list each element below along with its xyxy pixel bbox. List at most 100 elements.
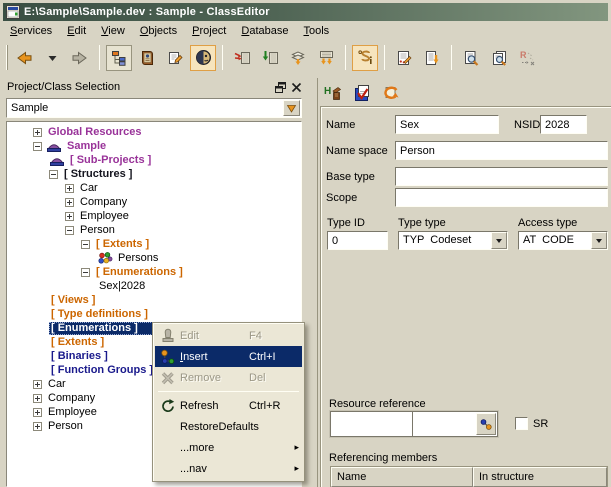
tree-row-person[interactable]: Person (7, 223, 301, 237)
context-menu-item-edit: EditF4 (155, 325, 302, 346)
find-all-button[interactable] (486, 45, 512, 71)
context-menu-item-remove: RemoveDel (155, 367, 302, 388)
panel-splitter[interactable] (306, 78, 318, 487)
menu-item-objects[interactable]: Objects (133, 23, 185, 39)
collapse-icon[interactable] (49, 170, 58, 179)
menu-item-view[interactable]: View (94, 23, 133, 39)
context-menu-item-insert[interactable]: InsertCtrl+I (155, 346, 302, 367)
column-header-in-structure[interactable]: In structure (473, 467, 607, 487)
revert-button[interactable] (380, 82, 402, 104)
tree-row-views[interactable]: [ Views ] (7, 293, 301, 307)
collapse-icon[interactable] (65, 226, 74, 235)
menu-item-project[interactable]: Project (185, 23, 234, 39)
collapse-icon[interactable] (81, 240, 90, 249)
combo-dropdown-button[interactable] (283, 100, 300, 116)
import-all-button[interactable] (257, 45, 283, 71)
toolbar-grip[interactable] (6, 45, 8, 70)
toolbar-separator (99, 45, 100, 70)
hierarchy-view-button[interactable] (106, 45, 132, 71)
tree-row-enumerations[interactable]: [ Enumerations ] (7, 265, 301, 279)
resource-reference-name-input[interactable] (413, 412, 475, 436)
float-icon[interactable] (275, 82, 286, 93)
tree-row-extents[interactable]: [ Extents ] (7, 237, 301, 251)
tree-row-sex-2028[interactable]: Sex|2028 (7, 279, 301, 293)
apply-check-icon (353, 84, 371, 102)
export-all-button[interactable] (313, 45, 339, 71)
tree-row-persons[interactable]: Persons (7, 251, 301, 265)
sr-checkbox[interactable] (515, 417, 528, 430)
menu-item-tools[interactable]: Tools (296, 23, 337, 39)
expand-icon[interactable] (33, 394, 42, 403)
close-icon[interactable] (291, 82, 302, 93)
context-menu-item-nav[interactable]: ...nav▸ (155, 458, 302, 479)
menu-item-database[interactable]: Database (234, 23, 296, 39)
window-title: E:\Sample\Sample.dev : Sample - ClassEdi… (24, 6, 270, 18)
tree-row-company[interactable]: Company (7, 195, 301, 209)
catalog-button[interactable] (134, 45, 160, 71)
scope-field[interactable] (395, 188, 608, 207)
expand-icon[interactable] (33, 128, 42, 137)
tree-row-car[interactable]: Car (7, 181, 301, 195)
context-menu-item-more[interactable]: ...more▸ (155, 437, 302, 458)
sr-label: SR (533, 418, 548, 430)
find-document-button[interactable] (458, 45, 484, 71)
collapse-icon[interactable] (81, 268, 90, 277)
expand-icon[interactable] (65, 212, 74, 221)
edit-stamp-icon (160, 328, 176, 344)
resource-reference-id-input[interactable] (331, 412, 413, 436)
menu-item-edit[interactable]: Edit (60, 23, 94, 39)
apply-button[interactable] (351, 82, 373, 104)
tree-row-sample[interactable]: Sample (7, 139, 301, 153)
project-icon (46, 140, 62, 153)
import-button[interactable] (229, 45, 255, 71)
class-editor-button[interactable] (190, 45, 216, 71)
type-id-field[interactable] (327, 231, 388, 250)
export-stack-icon (290, 50, 306, 66)
base-type-field[interactable] (395, 167, 608, 186)
tree-row-global-resources[interactable]: Global Resources (7, 125, 301, 139)
expand-icon[interactable] (33, 408, 42, 417)
nsid-field[interactable] (540, 115, 587, 134)
tree-row-sub-projects[interactable]: [ Sub-Projects ] (7, 153, 301, 167)
submenu-arrow-icon: ▸ (291, 463, 301, 474)
type-type-dropdown-button[interactable] (491, 232, 507, 249)
class-filter-input[interactable] (8, 100, 283, 116)
access-type-dropdown-button[interactable] (591, 232, 607, 249)
menu-item-label: ...more (180, 442, 249, 454)
back-button[interactable] (11, 45, 37, 71)
tree-row-employee[interactable]: Employee (7, 209, 301, 223)
script-info-button[interactable] (352, 45, 378, 71)
refresh-icon (160, 398, 176, 414)
context-menu-item-restoredefaults[interactable]: RestoreDefaults (155, 416, 302, 437)
collapse-icon[interactable] (33, 142, 42, 151)
context-menu-item-refresh[interactable]: RefreshCtrl+R (155, 395, 302, 416)
svg-text:H: H (324, 86, 331, 97)
export-stack-button[interactable] (285, 45, 311, 71)
edit-entry-button[interactable] (162, 45, 188, 71)
access-type-select[interactable]: AT CODE (518, 231, 608, 250)
back-history-button[interactable] (39, 45, 65, 71)
column-header-name[interactable]: Name (331, 467, 473, 487)
tree-row-structures[interactable]: [ Structures ] (7, 167, 301, 181)
chevron-down-icon (596, 239, 602, 246)
save-document-button[interactable] (419, 45, 445, 71)
expand-icon[interactable] (33, 422, 42, 431)
namespace-field[interactable] (395, 141, 608, 160)
name-field[interactable] (395, 115, 499, 134)
history-button[interactable]: H (322, 82, 344, 104)
forward-button[interactable] (67, 45, 93, 71)
menu-item-label: Refresh (180, 400, 249, 412)
check-document-button[interactable] (391, 45, 417, 71)
expand-icon[interactable] (33, 380, 42, 389)
tree-row-type-definitions[interactable]: [ Type definitions ] (7, 307, 301, 321)
nav-options-button[interactable]: R (514, 45, 540, 71)
menu-item-services[interactable]: Services (3, 23, 60, 39)
base-type-label: Base type (326, 171, 375, 183)
expand-icon[interactable] (65, 184, 74, 193)
tree-label: [ Sub-Projects ] (68, 154, 153, 167)
resource-reference-pick-button[interactable] (476, 413, 496, 435)
expand-icon[interactable] (65, 198, 74, 207)
type-type-select[interactable]: TYP Codeset (398, 231, 508, 250)
menu-shortcut: Ctrl+R (249, 400, 291, 412)
tree-label: [ Binaries ] (49, 350, 110, 363)
